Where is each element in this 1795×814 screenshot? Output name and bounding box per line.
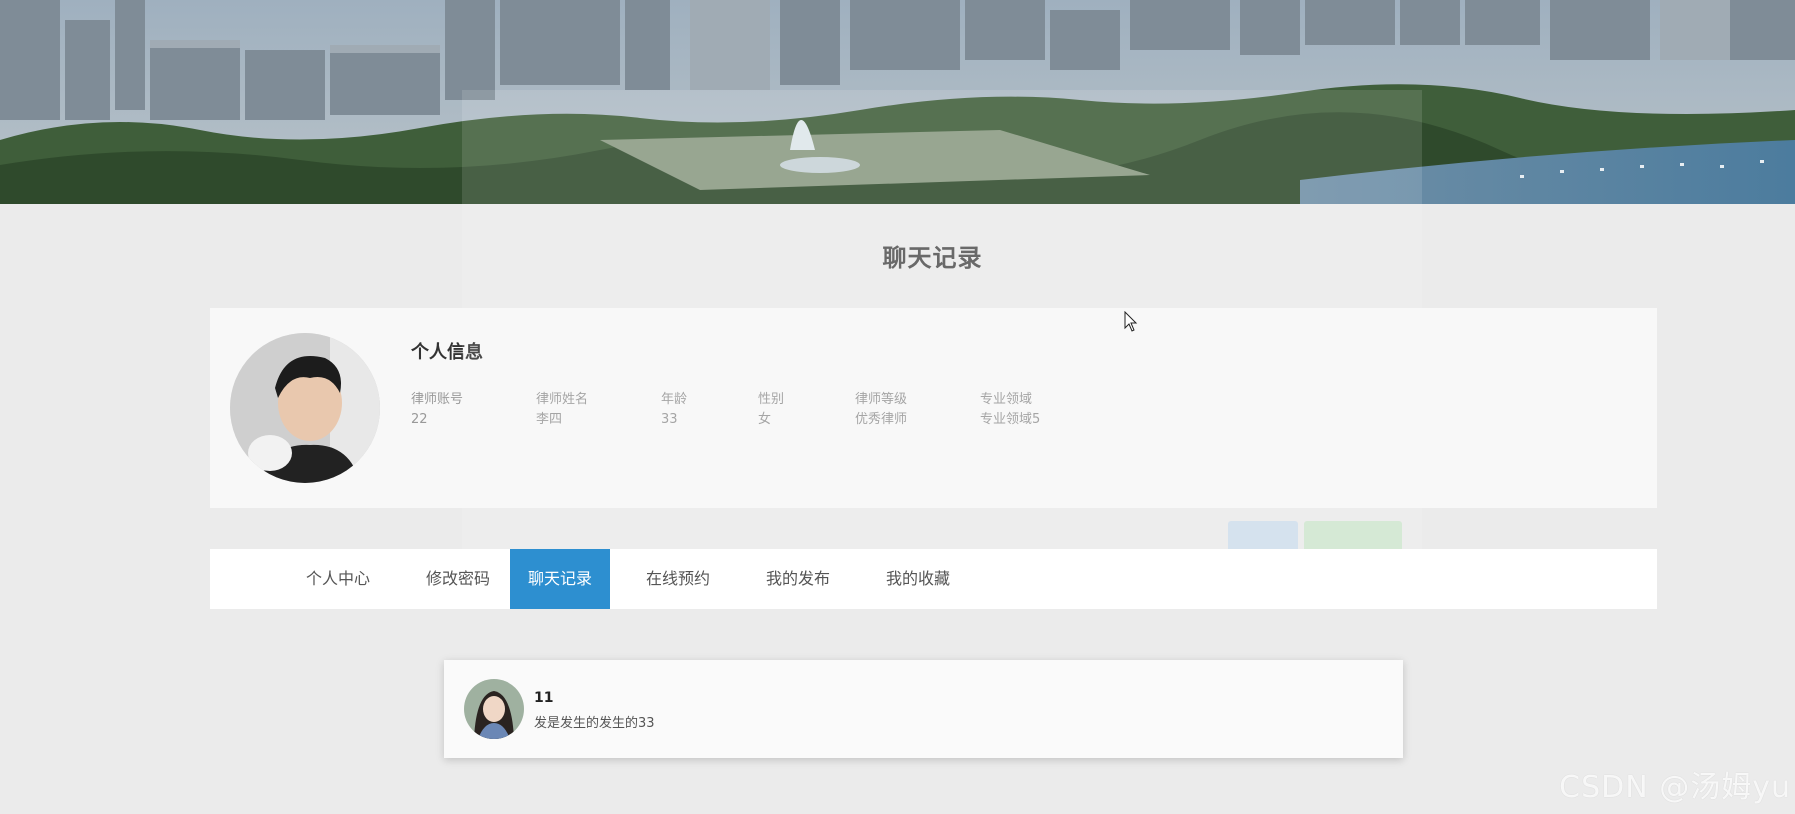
tab-my-posts[interactable]: 我的发布 [743, 549, 853, 609]
field-gender: 性别 女 [758, 390, 855, 430]
user-avatar [230, 333, 380, 483]
profile-heading: 个人信息 [411, 342, 483, 363]
chat-avatar [464, 679, 524, 739]
field-value: 33 [661, 412, 678, 427]
field-value: 专业领域5 [980, 412, 1041, 427]
tab-my-favorites[interactable]: 我的收藏 [863, 549, 973, 609]
field-specialty: 专业领域 专业领域5 [980, 390, 1105, 430]
field-lawyer-level: 律师等级 优秀律师 [855, 390, 980, 430]
field-age: 年龄 33 [661, 390, 758, 430]
field-label: 律师账号 [411, 392, 464, 407]
field-label: 性别 [758, 392, 785, 407]
field-value: 女 [758, 412, 772, 427]
tab-personal-center[interactable]: 个人中心 [283, 549, 393, 609]
tab-chat-history[interactable]: 聊天记录 [510, 549, 610, 609]
tab-online-booking[interactable]: 在线预约 [623, 549, 733, 609]
field-lawyer-account: 律师账号 22 [411, 390, 536, 430]
page-title: 聊天记录 [882, 244, 983, 272]
field-value: 李四 [536, 412, 563, 427]
field-label: 年龄 [661, 392, 688, 407]
field-label: 律师等级 [855, 392, 908, 407]
field-label: 律师姓名 [536, 392, 589, 407]
field-lawyer-name: 律师姓名 李四 [536, 390, 661, 430]
watermark-text: CSDN @汤姆yu [1559, 770, 1791, 805]
chat-list-item[interactable]: 11 发是发生的发生的33 [444, 660, 1403, 758]
field-value: 优秀律师 [855, 412, 908, 427]
chat-last-message: 发是发生的发生的33 [534, 716, 655, 731]
chat-contact-name: 11 [534, 690, 554, 706]
header-banner-image [0, 0, 1795, 204]
profile-card: 个人信息 律师账号 22 律师姓名 李四 年龄 33 性别 女 律师等级 优秀律… [210, 308, 1657, 508]
profile-info-row: 律师账号 22 律师姓名 李四 年龄 33 性别 女 律师等级 优秀律师 专业领… [411, 390, 1105, 430]
field-value: 22 [411, 412, 428, 427]
field-label: 专业领域 [980, 392, 1033, 407]
user-center-tabs: 个人中心 修改密码 聊天记录 在线预约 我的发布 我的收藏 [210, 549, 1657, 609]
mouse-cursor-icon [1124, 311, 1138, 332]
tab-change-password[interactable]: 修改密码 [403, 549, 513, 609]
